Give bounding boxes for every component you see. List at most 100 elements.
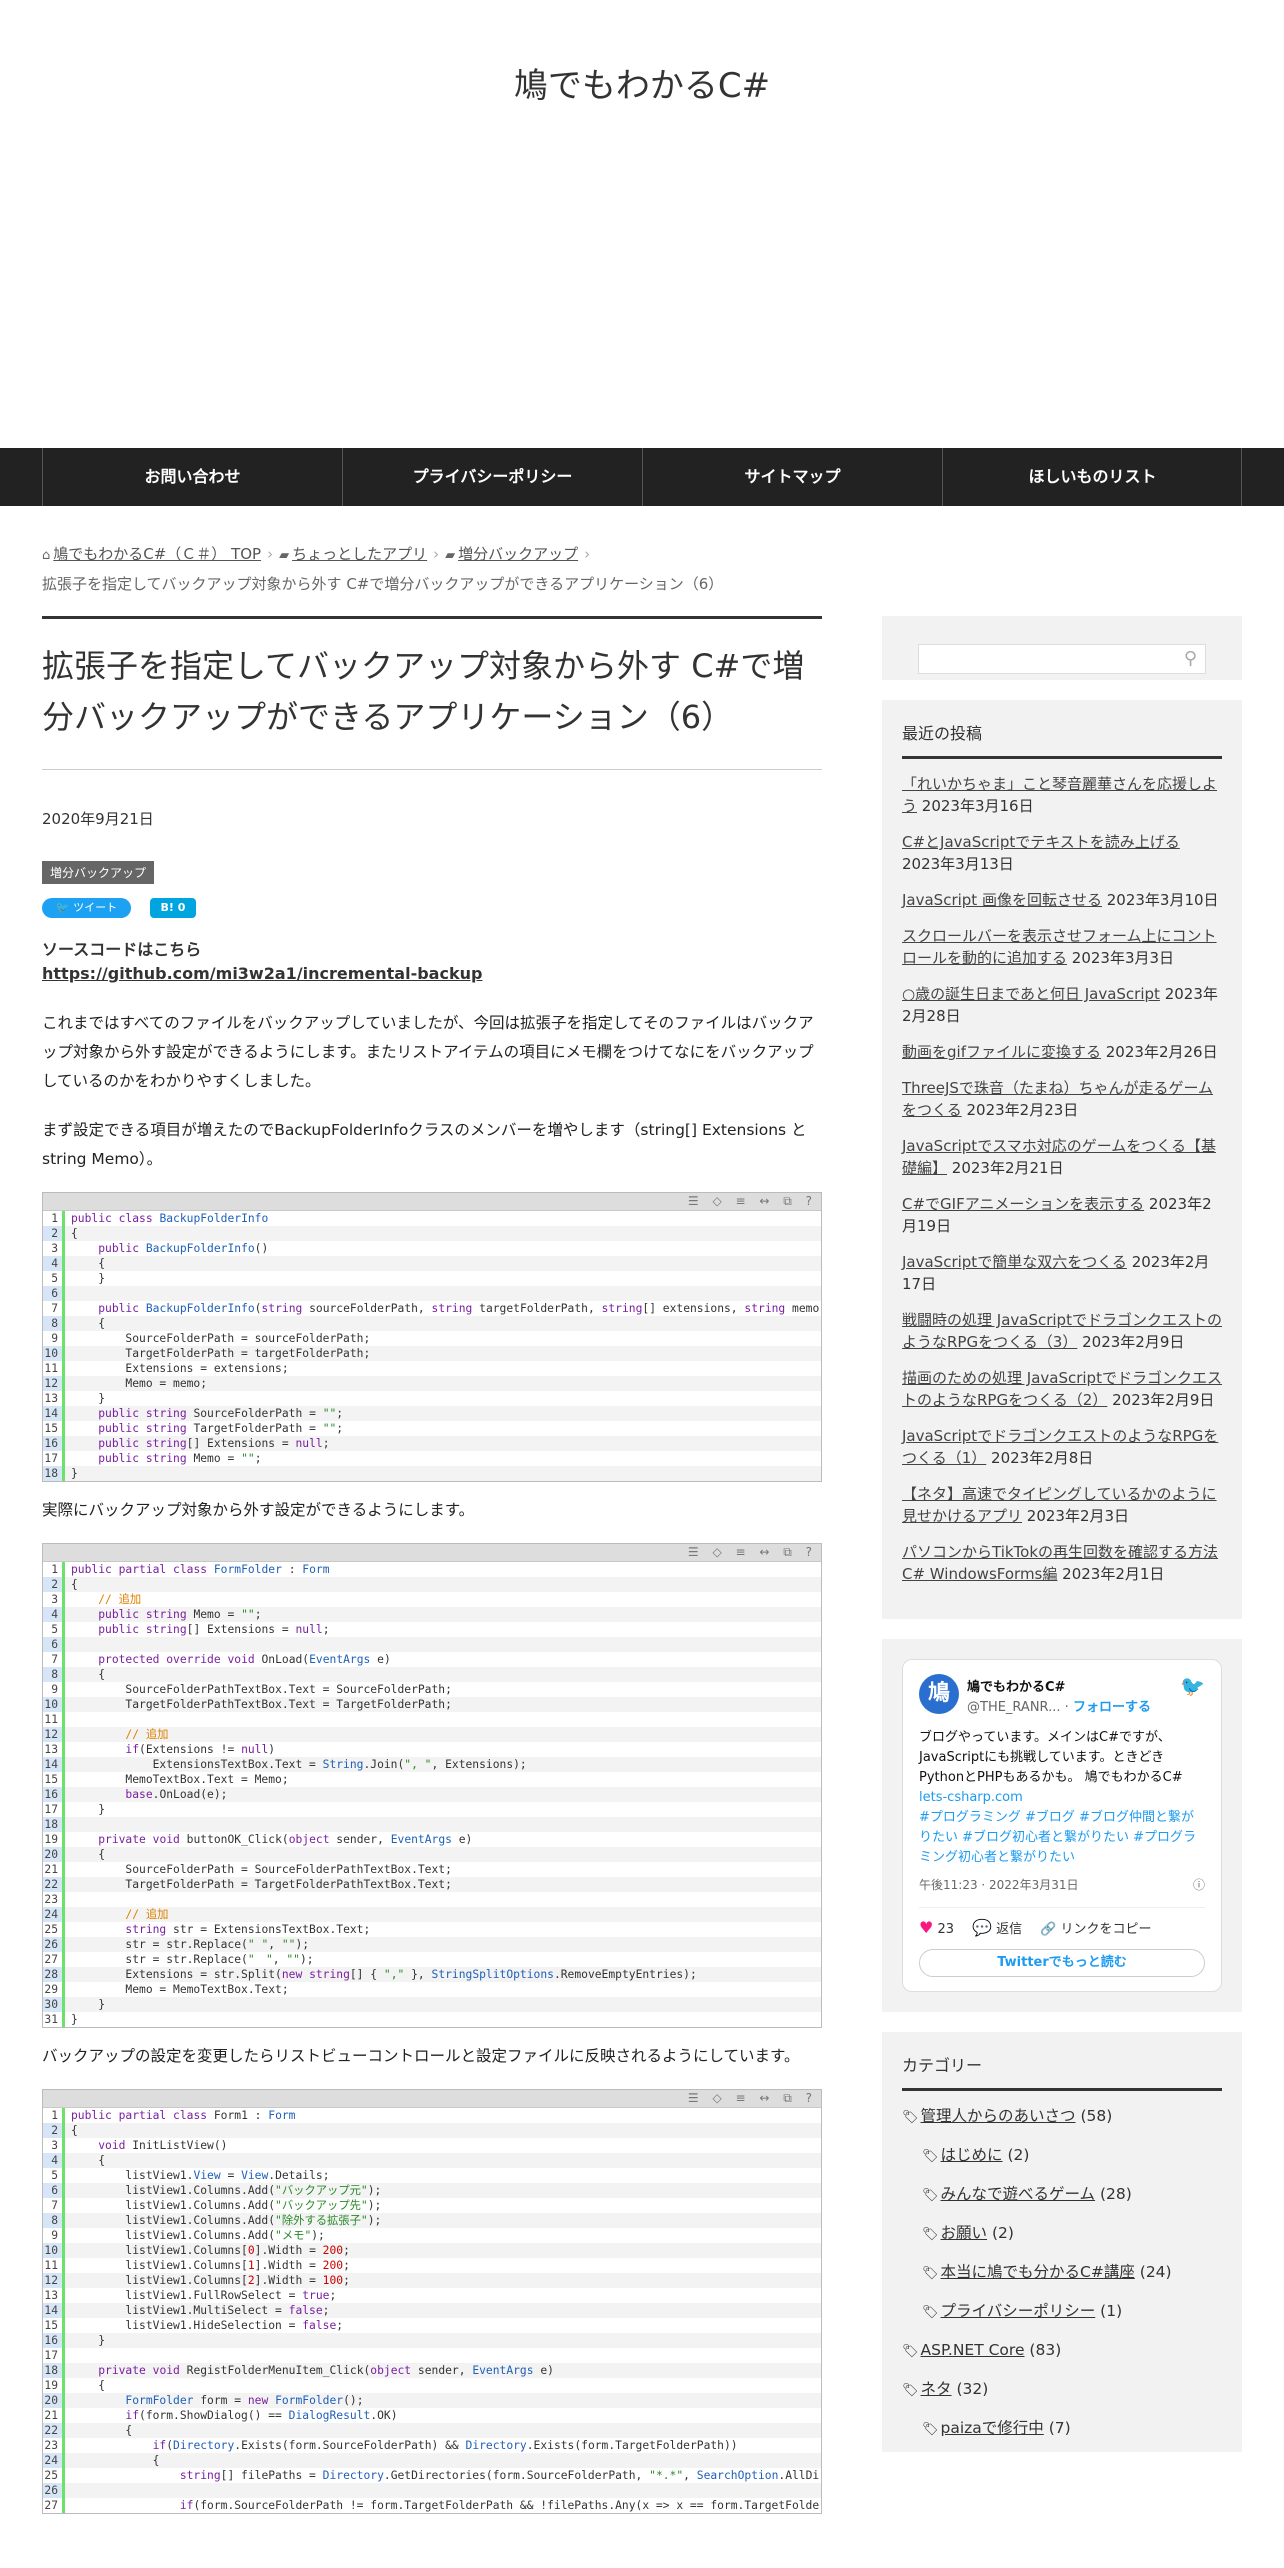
search-input[interactable]: ⚲ (918, 644, 1206, 674)
recent-post-link[interactable]: ○歳の誕生日まであと何日 JavaScript (902, 985, 1160, 1003)
nav-privacy-policy[interactable]: プライバシーポリシー (342, 448, 642, 506)
reply-action[interactable]: 💬 返信 (972, 1918, 1022, 1937)
breadcrumb-category-apps[interactable]: ちょっとしたアプリ (292, 545, 427, 563)
recent-post-date: 2023年2月3日 (1026, 1507, 1130, 1525)
category-link[interactable]: ネタ (921, 2380, 952, 2398)
line-number: 10 (43, 2243, 65, 2258)
line-number: 1 (43, 1562, 65, 1577)
recent-post-link[interactable]: 動画をgifファイルに変換する (902, 1043, 1101, 1061)
code-body: 1 public class BackupFolderInfo 2{3 public… (43, 1211, 821, 1481)
site-title[interactable]: 鳩でもわかるC# (0, 58, 1284, 107)
twitter-name[interactable]: 鳩でもわかるC# (967, 1676, 1065, 1695)
category-link[interactable]: みんなで遊べるゲーム (941, 2185, 1096, 2203)
nav-sitemap[interactable]: サイトマップ (642, 448, 942, 506)
code-text: str = str.Replace(" ", ""); (71, 1953, 314, 1966)
breadcrumb-category-backup[interactable]: 増分バックアップ (458, 545, 578, 563)
recent-post-link[interactable]: C#とJavaScriptでテキストを読み上げる (902, 833, 1180, 851)
code-line: 2{ (43, 1577, 821, 1592)
read-more-button[interactable]: Twitterでもっと読む (919, 1949, 1205, 1977)
line-number: 20 (43, 1847, 65, 1862)
recent-post-link[interactable]: C#でGIFアニメーションを表示する (902, 1195, 1144, 1213)
category-link[interactable]: paizaで修行中 (941, 2419, 1044, 2437)
tweet-button[interactable]: 🐦 ツイート (42, 898, 131, 918)
code-toolbar-icons[interactable]: ☰ ◇ ≡ ↔ ⧉ ? (688, 1194, 817, 1209)
code-line: 4 { (43, 1256, 821, 1271)
code-text: string str = ExtensionsTextBox.Text; (125, 1923, 371, 1936)
code-line: 14 listView1.MultiSelect = false; (43, 2303, 821, 2318)
nav-wishlist[interactable]: ほしいものリスト (942, 448, 1242, 506)
tweet-hashtags[interactable]: #プログラミング #ブログ #ブログ仲間と繋がりたい #ブログ初心者と繋がりたい… (919, 1810, 1196, 1865)
category-link[interactable]: 管理人からのあいさつ (921, 2107, 1076, 2125)
code-line: 20 { (43, 1847, 821, 1862)
reply-label: 返信 (996, 1922, 1023, 1937)
code-text: listView1.View = View.Details; (71, 2169, 330, 2182)
tweet-body: ブログやっています。メインはC#ですが、JavaScriptにも挑戦しています。… (919, 1730, 1183, 1785)
line-number: 8 (43, 2213, 65, 2228)
code-text: public string SourceFolderPath = ""; (98, 1407, 344, 1420)
code-block[interactable]: ☰ ◇ ≡ ↔ ⧉ ? 1 public class BackupFolderIn… (42, 1192, 822, 1482)
category-link[interactable]: はじめに (941, 2146, 1003, 2164)
breadcrumb-home[interactable]: 鳩でもわかるC#（Ｃ＃） TOP (53, 545, 261, 563)
code-line: 13 } (43, 1391, 821, 1406)
code-line: 7 listView1.Columns.Add("バックアップ先"); (43, 2198, 821, 2213)
follow-button[interactable]: フォローする (1073, 1700, 1151, 1715)
code-text: if(Extensions != null) (125, 1743, 276, 1756)
recent-post-link[interactable]: JavaScript 画像を回転させる (902, 891, 1102, 909)
code-block[interactable]: ☰ ◇ ≡ ↔ ⧉ ? 1 public partial class Form1 … (42, 2089, 822, 2514)
code-text: } (71, 1803, 106, 1816)
code-line: 27 str = str.Replace(" ", ""); (43, 1952, 821, 1967)
code-line: 22 TargetFolderPath = TargetFolderPathTe… (43, 1877, 821, 1892)
twitter-card[interactable]: 鳩 鳩でもわかるC# @THE_RANR... · フォローする 🐦 ブログやっ… (902, 1659, 1222, 1992)
line-number: 15 (43, 1772, 65, 1787)
chevron-right-icon: › (267, 545, 274, 563)
category-link[interactable]: お願い (941, 2224, 988, 2242)
entry-tag[interactable]: 増分バックアップ (42, 861, 155, 884)
code-line: 18 (43, 1817, 821, 1832)
tweet-text: ブログやっています。メインはC#ですが、JavaScriptにも挑戦しています。… (919, 1728, 1205, 1868)
avatar[interactable]: 鳩 (919, 1674, 959, 1714)
tag-icon: 🏷 (922, 2227, 939, 2242)
code-toolbar: ☰ ◇ ≡ ↔ ⧉ ? (43, 2090, 821, 2108)
code-text: base.OnLoad(e); (125, 1788, 228, 1801)
line-number: 16 (43, 2333, 65, 2348)
code-line: 16 } (43, 2333, 821, 2348)
sidebar: ⚲ 最近の投稿 「れいかちゃま」こと琴音麗華さんを応援しよう 2023年3月16… (882, 616, 1242, 2452)
info-icon[interactable]: ⓘ (1193, 1876, 1205, 1893)
source-link[interactable]: https://github.com/mi3w2a1/incremental-b… (42, 964, 822, 983)
line-number: 22 (43, 1877, 65, 1892)
recent-post-date: 2023年3月10日 (1106, 891, 1219, 909)
recent-post-item: パソコンからTikTokの再生回数を確認する方法 C# WindowsForms… (902, 1541, 1222, 1585)
twitter-bird-icon[interactable]: 🐦 (1180, 1674, 1205, 1698)
recent-post-item: JavaScriptでドラゴンクエストのようなRPGをつくる（1） 2023年2… (902, 1425, 1222, 1469)
recent-post-item: 描画のための処理 JavaScriptでドラゴンクエストのようなRPGをつくる（… (902, 1367, 1222, 1411)
tweet-link[interactable]: lets-csharp.com (919, 1790, 1023, 1805)
breadcrumb: ⌂ 鳩でもわかるC#（Ｃ＃） TOP › ▰ ちょっとしたアプリ › ▰ 増分バックアップ › … (42, 540, 822, 599)
category-item: 🏷 プライバシーポリシー (1) (902, 2300, 1222, 2324)
code-toolbar-icons[interactable]: ☰ ◇ ≡ ↔ ⧉ ? (688, 2091, 817, 2106)
code-text: MemoTextBox.Text = Memo; (71, 1773, 289, 1786)
reply-icon: 💬 (972, 1918, 992, 1937)
code-text: listView1.FullRowSelect = true; (71, 2289, 337, 2302)
category-link[interactable]: 本当に鳩でも分かるC#講座 (941, 2263, 1135, 2281)
category-link[interactable]: ASP.NET Core (921, 2341, 1025, 2359)
hatena-bookmark-button[interactable]: B! 0 (150, 898, 196, 918)
code-text: public string[] Extensions = null; (98, 1623, 330, 1636)
source-label: ソースコードはこちら (42, 940, 202, 959)
tweet-time[interactable]: 午後11:23 · 2022年3月31日 (919, 1878, 1078, 1892)
line-number: 6 (43, 2183, 65, 2198)
line-number: 13 (43, 2288, 65, 2303)
code-text: public string Memo = ""; (98, 1452, 262, 1465)
code-block[interactable]: ☰ ◇ ≡ ↔ ⧉ ? 1 public partial class FormFo… (42, 1543, 822, 2028)
category-link[interactable]: プライバシーポリシー (941, 2302, 1096, 2320)
like-action[interactable]: ♥ 23 (919, 1918, 954, 1937)
recent-post-link[interactable]: JavaScriptで簡単な双六をつくる (902, 1253, 1127, 1271)
copy-link-action[interactable]: 🔗 リンクをコピー (1040, 1918, 1151, 1937)
nav-contact[interactable]: お問い合わせ (42, 448, 342, 506)
category-item: 🏷 はじめに (2) (902, 2144, 1222, 2168)
line-number: 15 (43, 2318, 65, 2333)
recent-post-link[interactable]: パソコンからTikTokの再生回数を確認する方法 C# WindowsForms… (902, 1543, 1218, 1583)
line-number: 12 (43, 2273, 65, 2288)
category-count: (58) (1080, 2107, 1113, 2125)
search-icon[interactable]: ⚲ (1184, 648, 1197, 669)
code-toolbar-icons[interactable]: ☰ ◇ ≡ ↔ ⧉ ? (688, 1545, 817, 1560)
